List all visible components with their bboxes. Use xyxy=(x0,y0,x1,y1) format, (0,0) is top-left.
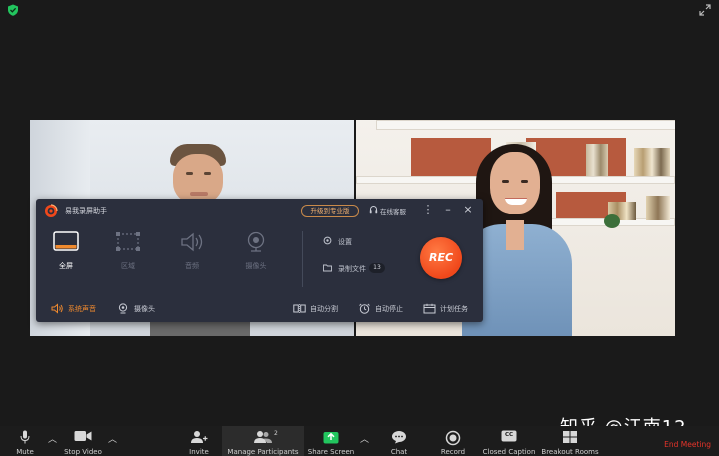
invite-label: Invite xyxy=(189,448,209,456)
mute-label: Mute xyxy=(16,448,34,456)
end-meeting-button[interactable]: End Meeting xyxy=(664,440,711,449)
webcam-icon xyxy=(247,231,265,252)
mode-fullscreen[interactable]: 全屏 xyxy=(44,231,88,285)
headset-icon[interactable] xyxy=(369,205,378,215)
speaker-icon xyxy=(181,232,203,252)
minimize-icon[interactable]: – xyxy=(442,203,454,217)
breakout-rooms-button[interactable]: Breakout Rooms xyxy=(540,426,600,456)
mode-region[interactable]: 区域 xyxy=(106,231,150,285)
recorder-title-bar: 易我录屏助手 升级到专业版 在线客服 ⋮ – × xyxy=(36,199,483,223)
closed-caption-button[interactable]: CC Closed Caption xyxy=(482,426,536,456)
monitor-icon xyxy=(53,231,79,251)
mode-audio-label: 音频 xyxy=(185,262,199,270)
app-logo-icon xyxy=(45,204,58,217)
shield-check-icon[interactable] xyxy=(7,4,19,16)
manage-participants-label: Manage Participants xyxy=(227,448,299,456)
manage-participants-button[interactable]: 2 Manage Participants xyxy=(222,426,304,456)
cc-icon-text: CC xyxy=(504,432,514,438)
recorder-footer: 系统声音 摄像头 自动分割 自动停止 计划任务 xyxy=(36,295,483,322)
add-user-icon xyxy=(191,431,208,443)
record-start-button[interactable]: REC xyxy=(420,237,462,279)
folder-icon[interactable] xyxy=(323,263,332,272)
more-menu-icon[interactable]: ⋮ xyxy=(422,203,434,217)
system-audio-label: 系统声音 xyxy=(68,305,96,313)
mode-webcam-label: 摄像头 xyxy=(245,262,267,270)
schedule-task-label: 计划任务 xyxy=(440,305,468,313)
close-icon[interactable]: × xyxy=(462,203,474,217)
microphone-icon xyxy=(20,430,30,444)
chat-bubble-icon xyxy=(392,431,406,444)
mode-region-label: 区域 xyxy=(121,262,135,270)
participants-icon xyxy=(254,431,272,443)
record-label: Record xyxy=(440,448,466,456)
chat-button[interactable]: Chat xyxy=(382,426,416,456)
gear-icon[interactable] xyxy=(323,236,332,245)
record-button[interactable]: Record xyxy=(434,426,472,456)
recorded-files-link[interactable]: 录制文件 xyxy=(338,264,366,274)
record-icon xyxy=(445,430,461,446)
auto-split-label: 自动分割 xyxy=(310,305,338,313)
webcam-icon xyxy=(118,303,128,314)
share-screen-button[interactable]: Share Screen xyxy=(306,426,356,456)
video-options-caret[interactable]: ︿ xyxy=(108,432,117,445)
invite-button[interactable]: Invite xyxy=(182,426,216,456)
fullscreen-expand-icon[interactable] xyxy=(699,4,711,16)
meeting-toolbar: Mute ︿ Stop Video ︿ Invite 2 Manage Part… xyxy=(0,426,719,456)
video-camera-icon xyxy=(74,431,92,441)
breakout-rooms-label: Breakout Rooms xyxy=(541,448,599,456)
app-name: 易我录屏助手 xyxy=(65,207,107,215)
speaker-icon xyxy=(51,303,63,314)
mode-fullscreen-label: 全屏 xyxy=(59,262,73,270)
share-screen-icon xyxy=(323,432,339,444)
auto-stop-label: 自动停止 xyxy=(375,305,403,313)
mute-button[interactable]: Mute xyxy=(6,426,44,456)
breakout-rooms-icon xyxy=(563,431,577,443)
participant-count: 2 xyxy=(274,430,278,437)
alarm-clock-icon xyxy=(359,303,370,314)
stop-video-button[interactable]: Stop Video xyxy=(60,426,106,456)
mode-webcam[interactable]: 摄像头 xyxy=(234,231,278,285)
closed-caption-label: Closed Caption xyxy=(482,448,536,456)
chat-label: Chat xyxy=(390,448,408,456)
upgrade-button[interactable]: 升级到专业版 xyxy=(301,205,359,217)
share-options-caret[interactable]: ︿ xyxy=(360,432,369,445)
calendar-icon xyxy=(423,303,436,314)
online-support-link[interactable]: 在线客服 xyxy=(380,206,406,216)
files-count-badge: 13 xyxy=(369,263,385,273)
region-select-icon xyxy=(116,232,140,251)
settings-link[interactable]: 设置 xyxy=(338,237,352,247)
audio-options-caret[interactable]: ︿ xyxy=(48,432,57,445)
share-screen-label: Share Screen xyxy=(307,448,355,456)
mode-audio[interactable]: 音频 xyxy=(170,231,214,285)
stop-video-label: Stop Video xyxy=(64,448,102,456)
split-icon xyxy=(293,304,306,313)
panel-divider xyxy=(302,231,303,287)
screen-recorder-panel: 易我录屏助手 升级到专业版 在线客服 ⋮ – × 全屏 区域 音频 摄像头 设置… xyxy=(36,199,483,322)
camera-label: 摄像头 xyxy=(134,305,155,313)
